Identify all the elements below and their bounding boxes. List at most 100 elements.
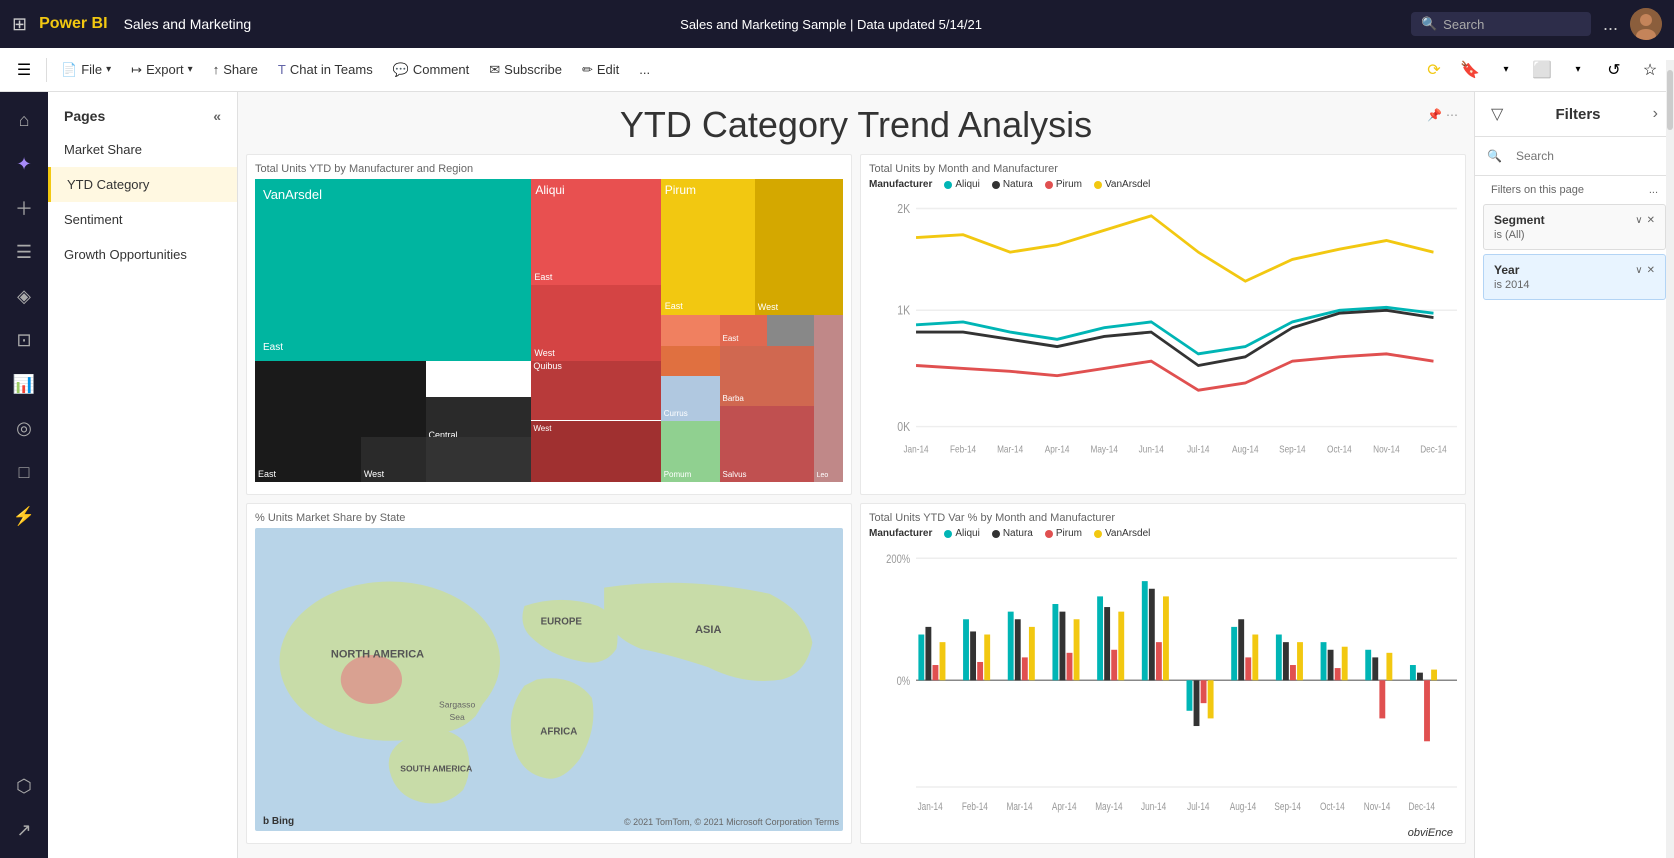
treemap-title: Total Units YTD by Manufacturer and Regi… xyxy=(255,163,843,175)
year-chevron-icon[interactable]: ∨ xyxy=(1635,265,1642,276)
report-title: YTD Category Trend Analysis xyxy=(246,100,1466,146)
file-button[interactable]: 📄 File ▾ xyxy=(53,58,119,82)
collapse-icon[interactable]: « xyxy=(213,108,221,124)
pirum-dot xyxy=(1045,181,1053,189)
apps-icon[interactable]: ⊡ xyxy=(4,320,44,360)
line-chart-legend: Manufacturer Aliqui Natura Pirum xyxy=(869,179,1457,190)
pages-title: Pages xyxy=(64,108,105,124)
topbar-search[interactable]: 🔍 xyxy=(1411,12,1591,36)
pages-collapse-icon[interactable]: ☰ xyxy=(8,54,40,86)
vertical-scrollbar[interactable] xyxy=(1666,60,1674,858)
year-filter-controls: ∨ ✕ xyxy=(1635,265,1655,276)
svg-text:Oct-14: Oct-14 xyxy=(1327,444,1352,455)
svg-text:Jul-14: Jul-14 xyxy=(1187,801,1210,813)
pin-icon[interactable]: 📌 xyxy=(1427,108,1442,122)
topbar-more-icon[interactable]: ... xyxy=(1603,14,1618,35)
svg-text:Mar-14: Mar-14 xyxy=(1007,801,1034,813)
svg-text:Apr-14: Apr-14 xyxy=(1052,801,1077,813)
metrics-icon[interactable]: 📊 xyxy=(4,364,44,404)
refresh-icon[interactable]: ⟳ xyxy=(1418,54,1450,86)
svg-text:Jun-14: Jun-14 xyxy=(1139,444,1164,455)
year-clear-icon[interactable]: ✕ xyxy=(1647,265,1655,276)
realtime-icon[interactable]: ⚡ xyxy=(4,496,44,536)
subscribe-button[interactable]: ✉ Subscribe xyxy=(481,58,570,82)
export-button[interactable]: ↦ Export ▾ xyxy=(123,58,201,82)
svg-text:Mar-14: Mar-14 xyxy=(997,444,1023,455)
segment-chevron-icon[interactable]: ∨ xyxy=(1635,215,1642,226)
treemap-panel: Total Units YTD by Manufacturer and Regi… xyxy=(246,154,852,495)
svg-text:Sep-14: Sep-14 xyxy=(1279,444,1306,455)
bookmark-icon[interactable]: 🔖 xyxy=(1454,54,1486,86)
svg-text:EUROPE: EUROPE xyxy=(541,616,583,627)
edit-button[interactable]: ✏ Edit xyxy=(574,58,627,82)
chevron-down-icon2[interactable]: ▾ xyxy=(1562,54,1594,86)
more-button[interactable]: ... xyxy=(631,58,658,81)
svg-text:Jan-14: Jan-14 xyxy=(918,801,944,813)
svg-text:AFRICA: AFRICA xyxy=(540,727,577,738)
learn-icon[interactable]: □ xyxy=(4,452,44,492)
map-container[interactable]: NORTH AMERICA EUROPE ASIA AFRICA SOUTH A… xyxy=(255,528,843,831)
reset-icon[interactable]: ↺ xyxy=(1598,54,1630,86)
waffle-icon[interactable]: ⊞ xyxy=(12,14,27,35)
svg-text:Dec-14: Dec-14 xyxy=(1408,801,1435,813)
comment-button[interactable]: 💬 Comment xyxy=(385,58,478,82)
filters-search-input[interactable] xyxy=(1508,145,1662,167)
comment-icon: 💬 xyxy=(393,62,409,78)
share-button[interactable]: ↑ Share xyxy=(205,58,266,81)
map-copyright[interactable]: © 2021 TomTom, © 2021 Microsoft Corporat… xyxy=(624,817,839,827)
chevron-down-icon[interactable]: ▾ xyxy=(1490,54,1522,86)
filter-card-year[interactable]: Year ∨ ✕ is 2014 xyxy=(1483,254,1666,300)
year-filter-name: Year xyxy=(1494,263,1519,277)
browse-icon[interactable]: ☰ xyxy=(4,232,44,272)
user-avatar[interactable] xyxy=(1630,8,1662,40)
svg-text:2K: 2K xyxy=(897,201,910,216)
segment-clear-icon[interactable]: ✕ xyxy=(1647,215,1655,226)
svg-text:May-14: May-14 xyxy=(1090,444,1117,455)
bar-legend-pirum: Pirum xyxy=(1045,528,1082,539)
line-chart-panel: Total Units by Month and Manufacturer Ma… xyxy=(860,154,1466,495)
topbar: ⊞ Power BI Sales and Marketing Sales and… xyxy=(0,0,1674,48)
treemap[interactable]: VanArsdel East Natura Central East West xyxy=(255,179,843,482)
onelake-icon[interactable]: ◈ xyxy=(4,276,44,316)
filters-search[interactable]: 🔍 xyxy=(1475,137,1674,176)
page-item-ytd-category[interactable]: YTD Category xyxy=(48,167,237,202)
monitor-icon[interactable]: ◎ xyxy=(4,408,44,448)
svg-text:Oct-14: Oct-14 xyxy=(1320,801,1345,813)
page-item-market-share[interactable]: Market Share xyxy=(48,132,237,167)
chat-teams-button[interactable]: T Chat in Teams xyxy=(270,58,381,81)
filters-expand-icon[interactable]: › xyxy=(1653,105,1658,123)
line-chart-svg: 2K 1K 0K Jan-14 Feb-14 Mar-14 Apr-14 xyxy=(869,194,1457,485)
svg-text:Feb-14: Feb-14 xyxy=(962,801,989,813)
map-title: % Units Market Share by State xyxy=(255,512,843,524)
svg-text:Jan-14: Jan-14 xyxy=(903,444,928,455)
filter-card-year-header: Year ∨ ✕ xyxy=(1494,263,1655,277)
workspaces-icon[interactable]: ⬡ xyxy=(4,766,44,806)
filters-more-icon[interactable]: ... xyxy=(1649,184,1658,196)
more-chart-icon[interactable]: ⋯ xyxy=(1446,108,1458,122)
svg-text:Nov-14: Nov-14 xyxy=(1364,801,1391,813)
content-area: 📌 ⋯ YTD Category Trend Analysis Total Un… xyxy=(238,92,1474,858)
svg-text:Sea: Sea xyxy=(450,712,465,722)
filters-header: ▽ Filters › xyxy=(1475,92,1674,137)
powerbi-logo: Power BI xyxy=(39,15,107,33)
main-layout: ⌂ ✦ ＋ ☰ ◈ ⊡ 📊 ◎ □ ⚡ ⬡ ↗ Pages « Market S… xyxy=(0,92,1674,858)
copilot-icon[interactable]: ✦ xyxy=(4,144,44,184)
charts-grid: Total Units YTD by Manufacturer and Regi… xyxy=(246,154,1466,844)
natura-dot xyxy=(992,181,1000,189)
svg-text:May-14: May-14 xyxy=(1095,801,1123,813)
pages-sidebar: Pages « Market Share YTD Category Sentim… xyxy=(48,92,238,858)
search-icon: 🔍 xyxy=(1421,16,1437,32)
search-input[interactable] xyxy=(1443,17,1581,32)
page-item-growth-opportunities[interactable]: Growth Opportunities xyxy=(48,237,237,272)
page-item-sentiment[interactable]: Sentiment xyxy=(48,202,237,237)
scrollbar-thumb[interactable] xyxy=(1667,70,1673,130)
external-link-icon[interactable]: ↗ xyxy=(4,810,44,850)
filter-card-segment[interactable]: Segment ∨ ✕ is (All) xyxy=(1483,204,1666,250)
fit-page-icon[interactable]: ⬜ xyxy=(1526,54,1558,86)
svg-text:Jun-14: Jun-14 xyxy=(1141,801,1167,813)
legend-vanarsdel: VanArsdel xyxy=(1094,179,1150,190)
svg-text:Dec-14: Dec-14 xyxy=(1420,444,1447,455)
create-icon[interactable]: ＋ xyxy=(4,188,44,228)
favorite-icon[interactable]: ☆ xyxy=(1634,54,1666,86)
home-icon[interactable]: ⌂ xyxy=(4,100,44,140)
